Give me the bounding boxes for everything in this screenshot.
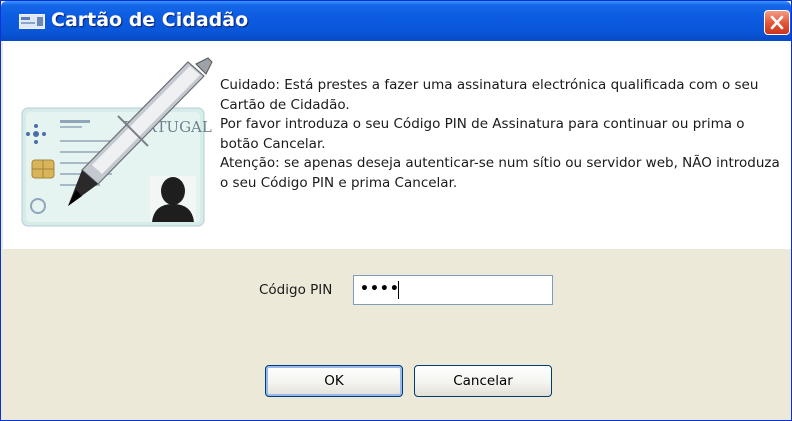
card-signature-illustration: PORTUGAL xyxy=(21,57,213,227)
dialog-window: Cartão de Cidadão PORTUGAL Cuidado: Está… xyxy=(0,0,792,421)
warning-message: Cuidado: Está prestes a fazer uma assina… xyxy=(220,76,785,193)
text-caret xyxy=(398,281,399,299)
window-title: Cartão de Cidadão xyxy=(51,9,249,31)
close-icon xyxy=(770,15,784,30)
ok-button[interactable]: OK xyxy=(265,365,403,397)
message-line-3: Atenção: se apenas deseja autenticar-se … xyxy=(220,155,780,191)
pin-label: Código PIN xyxy=(259,282,333,298)
title-bar[interactable]: Cartão de Cidadão xyxy=(1,1,791,41)
card-icon xyxy=(19,14,45,29)
message-line-1: Cuidado: Está prestes a fazer uma assina… xyxy=(220,77,759,113)
message-line-2: Por favor introduza o seu Código PIN de … xyxy=(220,116,745,152)
pin-masked-value: •••• xyxy=(360,281,400,297)
close-button[interactable] xyxy=(764,10,790,35)
cancel-button[interactable]: Cancelar xyxy=(414,365,552,397)
message-panel: PORTUGAL Cuidado: Está prestes a fazer u… xyxy=(3,41,791,249)
pin-input[interactable]: •••• xyxy=(353,275,553,305)
